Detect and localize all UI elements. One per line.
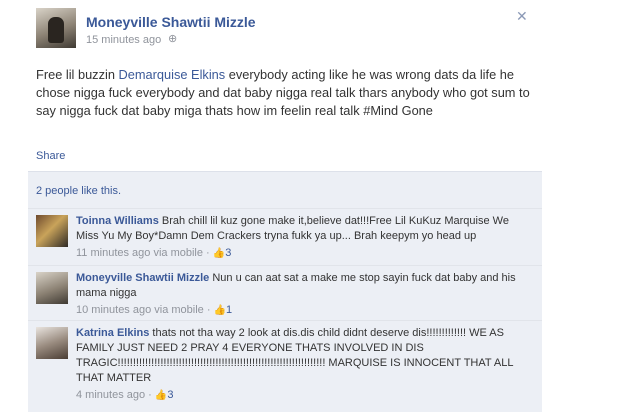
thumbs-up-icon: 👍 [212, 248, 226, 259]
thumbs-up-icon: 👍 [154, 390, 168, 401]
likes-summary-link[interactable]: 2 people like this. [36, 185, 121, 197]
feedback-section: Share 2 people like this. Toinna William… [28, 140, 542, 412]
commenter-avatar[interactable] [36, 327, 68, 359]
post-timestamp[interactable]: 15 minutes ago [86, 34, 161, 46]
post-text: Free lil buzzin Demarquise Elkins everyb… [36, 67, 530, 118]
commenter-avatar[interactable] [36, 272, 68, 304]
comment-likes-link[interactable]: 👍1 [214, 304, 233, 316]
comment-author[interactable]: Katrina Elkins [76, 327, 149, 339]
comment-time[interactable]: 4 minutes ago [76, 389, 145, 401]
comment-likes-link[interactable]: 👍3 [213, 247, 232, 259]
likes-row: 2 people like this. [28, 171, 542, 208]
commenter-avatar[interactable] [36, 215, 68, 247]
facebook-post: Moneyville Shawtii Mizzle 15 minutes ago… [0, 0, 640, 412]
comment-meta: 4 minutes ago · 👍3 [76, 389, 174, 401]
comment-author[interactable]: Moneyville Shawtii Mizzle [76, 272, 209, 284]
comment-author[interactable]: Toinna Williams [76, 215, 159, 227]
comment-body: Katrina Elkins thats not tha way 2 look … [76, 326, 531, 403]
comment-time[interactable]: 11 minutes ago via mobile [76, 247, 203, 259]
comment-body: Moneyville Shawtii Mizzle Nun u can aat … [76, 271, 531, 318]
comment-item: Moneyville Shawtii Mizzle Nun u can aat … [28, 265, 542, 320]
post-author-name[interactable]: Moneyville Shawtii Mizzle [86, 14, 256, 30]
comment-time[interactable]: 10 minutes ago via mobile [76, 304, 204, 316]
share-row: Share [28, 140, 542, 170]
tagged-user-link[interactable]: Demarquise Elkins [119, 67, 226, 82]
comment-meta: 10 minutes ago via mobile · 👍1 [76, 304, 233, 316]
author-avatar[interactable] [36, 8, 76, 48]
comment-item: Katrina Elkins thats not tha way 2 look … [28, 320, 542, 412]
close-icon[interactable]: ✕ [516, 8, 528, 25]
thumbs-up-icon: 👍 [213, 305, 227, 316]
globe-icon: ⊕ [168, 33, 178, 45]
comment-item: Toinna Williams Brah chill lil kuz gone … [28, 208, 542, 265]
comment-likes-link[interactable]: 👍3 [155, 389, 174, 401]
share-link[interactable]: Share [36, 150, 65, 162]
comment-meta: 11 minutes ago via mobile · 👍3 [76, 247, 232, 259]
comment-body: Toinna Williams Brah chill lil kuz gone … [76, 214, 531, 261]
